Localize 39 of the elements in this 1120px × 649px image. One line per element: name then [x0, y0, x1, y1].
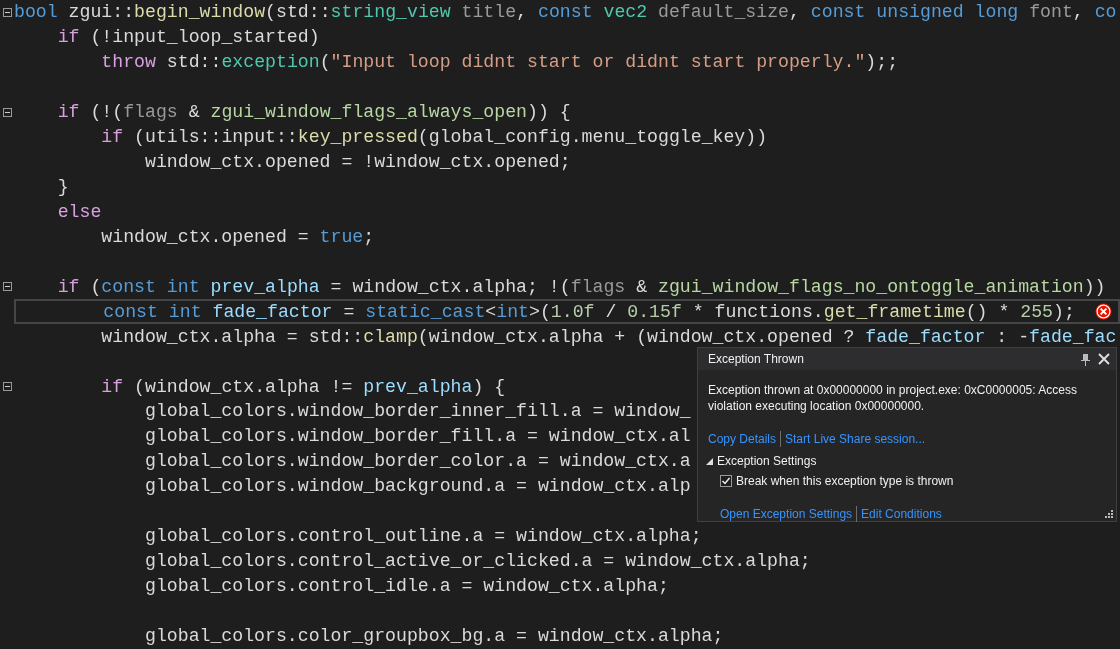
checkbox-label[interactable]: Break when this exception type is thrown	[736, 472, 954, 490]
code-line: }	[56, 176, 69, 199]
fold-icon[interactable]	[2, 282, 12, 292]
code-line: global_colors.window_border_color.a = window_ctx.a	[143, 450, 691, 473]
code-line: window_ctx.opened = !window_ctx.opened;	[143, 151, 571, 174]
section-header[interactable]: Exception Settings	[717, 452, 817, 470]
fold-icon[interactable]	[2, 107, 12, 117]
code-line: global_colors.window_border_fill.a = window_ctx.al	[143, 425, 691, 448]
code-line: global_colors.control_active_or_clicked.a = window_ctx.alpha;	[143, 550, 811, 573]
code-line: window_ctx.opened = true;	[100, 225, 375, 248]
code-line: global_colors.control_idle.a = window_ctx.alpha;	[143, 575, 669, 598]
link[interactable]: Start Live Share session...	[785, 430, 926, 448]
popup-title: Exception Thrown	[708, 351, 805, 368]
expander-icon[interactable]	[706, 457, 713, 465]
code-line: if (const int prev_alpha = window_ctx.alpha; !(flags & zgui_window_flags_no_ontoggle_animation))	[56, 275, 1106, 298]
link[interactable]: Copy Details	[708, 430, 777, 448]
pin-icon[interactable]	[1081, 352, 1090, 366]
link[interactable]: Open Exception Settings	[720, 505, 853, 523]
error-icon[interactable]	[1095, 302, 1112, 320]
code-line: global_colors.window_border_inner_fill.a = window_	[143, 400, 691, 423]
fold-icon[interactable]	[2, 382, 12, 392]
code-line: else	[56, 200, 102, 223]
exception-message: Exception thrown at 0x00000000 in project.exe: 0xC0000005: Access violation executing location 0x00000000.	[707, 382, 1078, 414]
code-line: global_colors.control_outline.a = window_ctx.alpha;	[143, 525, 702, 548]
code-line: if (!(flags & zgui_window_flags_always_open)) {	[56, 101, 571, 124]
code-line: bool zgui::begin_window(std::string_view title, const vec2 default_size, const unsigned long font, co	[14, 1, 1117, 24]
code-line: if (utils::input::key_pressed(global_config.menu_toggle_key))	[100, 126, 768, 149]
code-line: throw std::exception("Input loop didnt start or didnt start properly.");;	[100, 51, 899, 74]
code-line: if (!input_loop_started)	[56, 26, 320, 49]
close-icon[interactable]	[1098, 353, 1110, 365]
resize-grip-icon[interactable]	[1104, 509, 1113, 518]
checkbox[interactable]	[720, 475, 732, 487]
code-line: global_colors.color_groupbox_bg.a = window_ctx.alpha;	[143, 624, 724, 647]
code-line: if (window_ctx.alpha != prev_alpha) {	[100, 375, 506, 398]
link[interactable]: Edit Conditions	[861, 505, 942, 523]
fold-icon[interactable]	[2, 7, 12, 17]
code-line: global_colors.window_background.a = window_ctx.alp	[143, 475, 691, 498]
code-line: window_ctx.alpha = std::clamp(window_ctx.alpha + (window_ctx.opened ? fade_factor : -fade_fac	[100, 325, 1117, 348]
code-line: const int fade_factor = static_cast<int>(1.0f / 0.15f * functions.get_frametime() * 255);	[102, 300, 1075, 323]
